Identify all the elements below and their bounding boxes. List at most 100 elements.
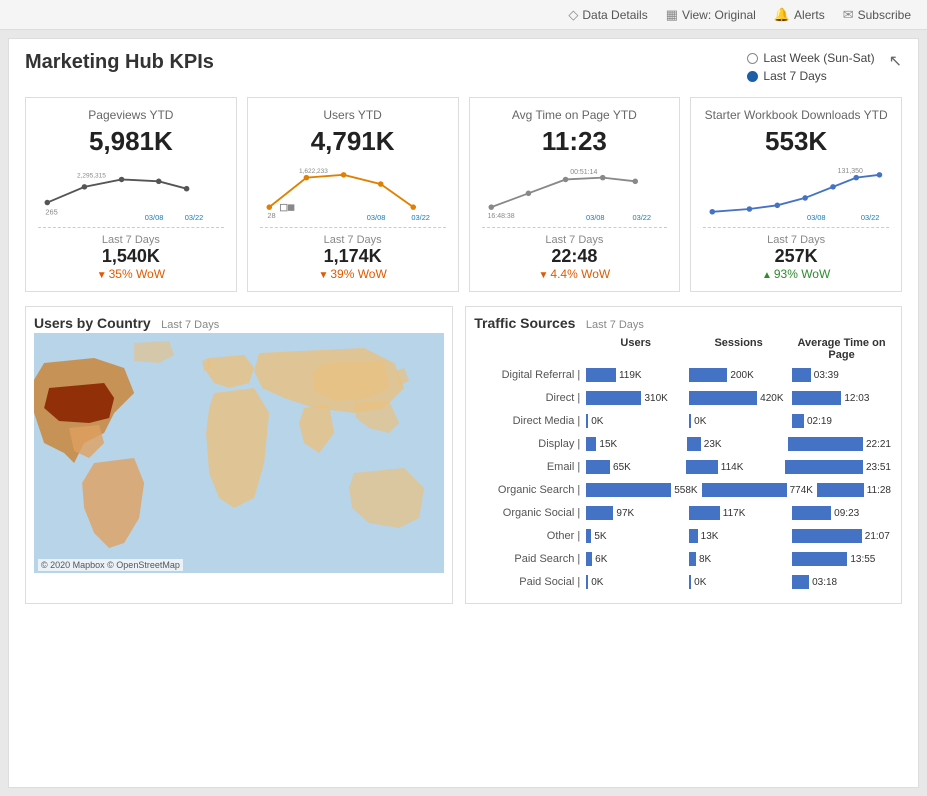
sessions-value: 200K [730,370,753,381]
time-value: 12:03 [844,393,869,404]
svg-text:03/22: 03/22 [632,213,651,221]
kpi-pageviews-chart: 265 2,295,315 03/08 03/22 [38,161,224,221]
svg-text:03/22: 03/22 [861,213,880,221]
traffic-users-bar-cell: 5K [584,529,687,543]
time-value: 03:18 [812,577,837,588]
time-bar [792,391,841,405]
sessions-value: 0K [694,416,706,427]
traffic-time-bar-cell: 03:18 [790,575,893,589]
traffic-time-bar-cell: 22:21 [786,437,893,451]
view-icon: ▦ [666,7,678,23]
kpi-workbook-label: Starter Workbook Downloads YTD [703,108,889,122]
kpi-users-value: 4,791K [260,126,446,157]
wow-up-arrow [762,267,772,281]
traffic-sessions-bar-cell: 0K [687,575,790,589]
sessions-value: 774K [790,485,813,496]
users-bar [586,460,610,474]
users-value: 310K [644,393,667,404]
time-value: 13:55 [850,554,875,565]
svg-text:03/08: 03/08 [586,213,605,221]
kpi-workbook-chart: 131,350 03/08 03/22 [703,161,889,221]
traffic-sessions-bar-cell: 774K [700,483,815,497]
traffic-row: Display | 15K 23K 22:21 [474,434,893,454]
users-bar [586,529,591,543]
users-bar [586,437,596,451]
svg-text:03/22: 03/22 [411,213,430,221]
world-map: © 2020 Mapbox © OpenStreetMap [34,333,444,573]
kpi-pageviews-label: Pageviews YTD [38,108,224,122]
traffic-section: Traffic Sources Last 7 Days Users Sessio… [465,306,902,604]
svg-text:1,622,233: 1,622,233 [299,168,328,175]
traffic-time-bar-cell: 02:19 [790,414,893,428]
svg-text:03/08: 03/08 [145,213,164,221]
bottom-row: Users by Country Last 7 Days [25,306,902,604]
kpi-avg-time-last7-value: 22:48 [482,246,668,267]
wow-down-arrow-3 [539,267,549,281]
traffic-time-bar-cell: 09:23 [790,506,893,520]
kpi-avg-time-last7-label: Last 7 Days [482,234,668,246]
col-header-time: Average Time on Page [790,337,893,361]
traffic-users-bar-cell: 97K [584,506,687,520]
sessions-bar [689,414,691,428]
cursor-icon: ↖ [889,51,902,71]
map-subtitle: Last 7 Days [161,319,219,331]
sessions-value: 420K [760,393,783,404]
subscribe-button[interactable]: ✉ Subscribe [843,7,911,23]
sessions-bar [686,460,718,474]
map-section-title: Users by Country Last 7 Days [34,315,444,333]
sessions-bar [689,368,727,382]
kpi-users-wow: 39% WoW [260,267,446,281]
time-bar [792,506,831,520]
time-value: 11:28 [867,485,891,496]
traffic-sessions-bar-cell: 117K [687,506,790,520]
svg-text:131,350: 131,350 [838,168,863,175]
last-week-option[interactable]: Last Week (Sun-Sat) [747,51,874,65]
users-bar [586,552,592,566]
time-bar [785,460,863,474]
time-value: 21:07 [865,531,890,542]
time-value: 09:23 [834,508,859,519]
time-bar [792,552,847,566]
traffic-users-bar-cell: 310K [584,391,687,405]
traffic-subtitle: Last 7 Days [586,319,644,331]
last-7-days-label: Last 7 Days [763,69,826,83]
last-week-radio[interactable] [747,53,758,64]
traffic-time-bar-cell: 13:55 [790,552,893,566]
traffic-time-bar-cell: 21:07 [790,529,893,543]
users-value: 5K [594,531,606,542]
email-icon: ✉ [843,7,854,23]
users-value: 0K [591,416,603,427]
wow-down-arrow [97,267,107,281]
last-7-days-option[interactable]: Last 7 Days [747,69,874,83]
last-week-label: Last Week (Sun-Sat) [763,51,874,65]
traffic-users-bar-cell: 15K [584,437,685,451]
traffic-source-label: Paid Search | [474,553,584,565]
bell-icon: 🔔 [774,7,790,23]
traffic-row: Direct Media | 0K 0K 02:19 [474,411,893,431]
traffic-source-label: Direct | [474,392,584,404]
view-original-button[interactable]: ▦ View: Original [666,7,756,23]
time-value: 23:51 [866,462,891,473]
traffic-sessions-bar-cell: 114K [684,460,783,474]
sessions-bar [689,552,696,566]
traffic-users-bar-cell: 0K [584,575,687,589]
kpi-users-label: Users YTD [260,108,446,122]
traffic-source-label: Direct Media | [474,415,584,427]
traffic-sessions-bar-cell: 8K [687,552,790,566]
alerts-button[interactable]: 🔔 Alerts [774,7,825,23]
traffic-row: Organic Social | 97K 117K 09:23 [474,503,893,523]
users-value: 558K [674,485,697,496]
traffic-source-label: Organic Social | [474,507,584,519]
traffic-time-bar-cell: 03:39 [790,368,893,382]
kpi-workbook-wow: 93% WoW [703,267,889,281]
data-details-button[interactable]: ◇ Data Details [568,7,647,23]
last-7-days-radio[interactable] [747,71,758,82]
traffic-sessions-bar-cell: 420K [687,391,790,405]
kpi-users-chart: 28 1,622,233 03/08 03/22 [260,161,446,221]
kpi-avg-time-value: 11:23 [482,126,668,157]
sessions-bar [689,529,698,543]
traffic-source-label: Organic Search | [474,484,584,496]
traffic-source-label: Digital Referral | [474,369,584,381]
subscribe-label: Subscribe [858,8,911,22]
traffic-row: Email | 65K 114K 23:51 [474,457,893,477]
